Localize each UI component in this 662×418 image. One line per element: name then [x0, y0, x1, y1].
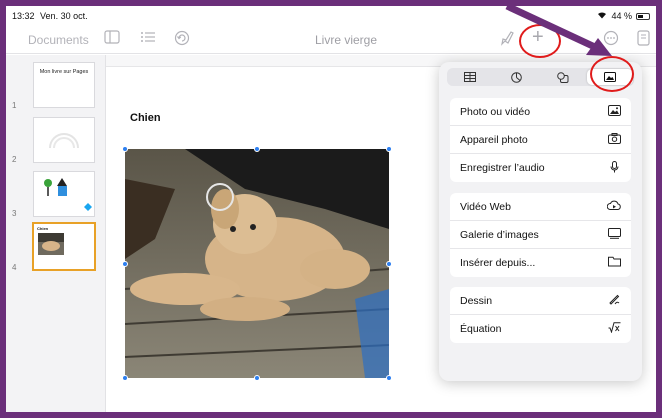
media-options-group: Photo ou vidéo Appareil photo Enregistre… [450, 98, 631, 182]
document-title: Livre vierge [314, 33, 378, 47]
resize-handle[interactable] [386, 146, 392, 152]
annotation-circle-media [590, 56, 634, 92]
paintbrush-icon[interactable] [499, 30, 515, 49]
folder-icon [607, 256, 621, 270]
document-icon[interactable] [637, 30, 651, 49]
thumbnail-number: 2 [12, 155, 17, 164]
menu-item-label: Insérer depuis... [460, 257, 536, 269]
camera-item[interactable]: Appareil photo [450, 126, 631, 154]
battery-icon [636, 12, 650, 20]
page-heading[interactable]: Chien [130, 112, 161, 124]
thumbnail-number: 4 [12, 263, 17, 272]
status-right: 44 % [597, 11, 650, 21]
thumbnail-photo [38, 233, 64, 255]
web-video-item[interactable]: Vidéo Web [450, 193, 631, 221]
resize-handle[interactable] [122, 261, 128, 267]
resize-handle[interactable] [122, 375, 128, 381]
equation-icon [607, 322, 621, 336]
equation-item[interactable]: Équation [450, 315, 631, 343]
chart-icon[interactable] [493, 68, 539, 86]
menu-item-label: Galerie d’images [460, 228, 539, 241]
pencil-icon [607, 293, 621, 308]
insert-from-item[interactable]: Insérer depuis... [450, 249, 631, 277]
wifi-icon [597, 11, 607, 21]
table-icon[interactable] [447, 68, 493, 86]
page-thumbnails-sidebar: Mon livre sur Pages 1 2 3 Chien 4 [6, 55, 106, 412]
insert-popover: Photo ou vidéo Appareil photo Enregistre… [439, 62, 642, 381]
resize-handle[interactable] [122, 146, 128, 152]
resize-handle[interactable] [386, 375, 392, 381]
menu-item-label: Photo ou vidéo [460, 105, 531, 118]
annotation-circle-insert [519, 24, 561, 58]
image-gallery-item[interactable]: Galerie d’images [450, 221, 631, 249]
drawing-options-group: Dessin Équation [450, 287, 631, 343]
camera-icon [607, 132, 621, 147]
photo-icon [607, 104, 621, 119]
photo-or-video-item[interactable]: Photo ou vidéo [450, 98, 631, 126]
menu-item-label: Vidéo Web [460, 200, 511, 213]
resize-handle[interactable] [254, 146, 260, 152]
menu-item-label: Dessin [460, 294, 493, 307]
thumbnail-page-2[interactable] [33, 117, 95, 163]
status-date: Ven. 30 oct. [40, 11, 88, 21]
battery-percent: 44 % [611, 11, 632, 21]
menu-item-label: Enregistrer l’audio [460, 162, 545, 174]
resize-handle[interactable] [254, 375, 260, 381]
shapes-graphic [44, 178, 92, 211]
menu-item-label: Appareil photo [460, 133, 528, 146]
thumbnail-page-4[interactable]: Chien [32, 222, 96, 271]
dog-photo[interactable] [125, 149, 389, 378]
thumbnail-number: 1 [12, 101, 17, 110]
microphone-icon [607, 160, 621, 176]
dog-photo-image [125, 149, 389, 378]
more-icon[interactable] [603, 30, 619, 49]
drawing-item[interactable]: Dessin [450, 287, 631, 315]
status-time: 13:32 [12, 11, 35, 21]
thumbnail-number: 3 [12, 209, 17, 218]
thumbnail-page-3[interactable] [33, 171, 95, 217]
record-audio-item[interactable]: Enregistrer l’audio [450, 154, 631, 182]
thumbnail-title: Mon livre sur Pages [39, 69, 89, 75]
gallery-icon [607, 227, 621, 242]
rainbow-graphic [49, 133, 79, 149]
resize-handle[interactable] [386, 261, 392, 267]
status-left: 13:32 Ven. 30 oct. [12, 11, 88, 21]
shape-icon[interactable] [540, 68, 586, 86]
web-video-icon [606, 200, 621, 214]
status-bar: 13:32 Ven. 30 oct. 44 % [6, 6, 656, 26]
thumbnail-mini-heading: Chien [37, 226, 49, 231]
thumbnail-page-1[interactable]: Mon livre sur Pages [33, 62, 95, 108]
web-options-group: Vidéo Web Galerie d’images Insérer depui… [450, 193, 631, 277]
menu-item-label: Équation [460, 323, 502, 335]
